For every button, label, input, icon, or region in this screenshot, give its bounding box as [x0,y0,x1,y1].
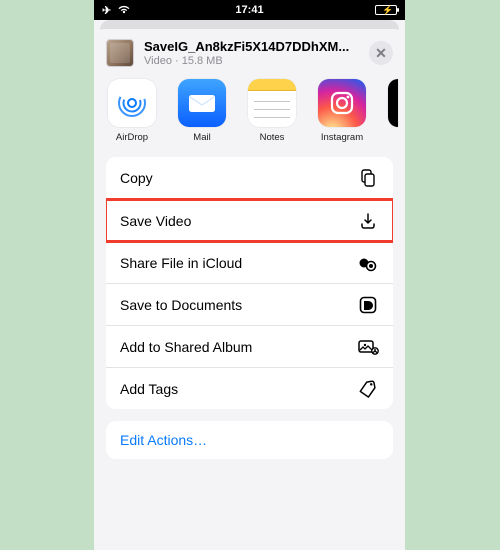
action-label: Save to Documents [120,297,242,313]
airplane-icon: ✈ [102,4,111,17]
copy-icon [357,167,379,189]
action-share-icloud[interactable]: Share File in iCloud [106,241,393,283]
share-target-overflow[interactable] [388,79,398,127]
share-targets: AirDrop Mail Notes [94,75,405,155]
share-target-notes[interactable]: Notes [248,79,296,143]
action-label: Save Video [120,213,191,229]
action-copy[interactable]: Copy [106,157,393,199]
action-save-documents[interactable]: Save to Documents [106,283,393,325]
icloud-share-icon [357,252,379,274]
action-label: Add to Shared Album [120,339,252,355]
status-bar: ✈ 17:41 ⚡ [94,0,405,20]
file-thumbnail [106,39,134,67]
download-icon [357,210,379,232]
mail-icon [178,79,226,127]
edit-actions-button[interactable]: Edit Actions… [106,421,393,459]
share-target-label: Instagram [321,132,363,143]
wifi-icon [117,4,131,17]
close-icon: ✕ [375,45,387,62]
notes-icon [248,79,296,127]
instagram-icon [318,79,366,127]
share-target-airdrop[interactable]: AirDrop [108,79,156,143]
documents-app-icon [357,294,379,316]
file-title: SaveIG_An8kzFi5X14D7DDhXM... [144,39,359,54]
airdrop-icon [108,79,156,127]
action-save-video[interactable]: Save Video [106,199,393,241]
action-add-shared-album[interactable]: Add to Shared Album [106,325,393,367]
close-button[interactable]: ✕ [369,41,393,65]
share-sheet: SaveIG_An8kzFi5X14D7DDhXM... Video · 15.… [94,29,405,550]
file-subtitle: Video · 15.8 MB [144,55,359,67]
action-label: Share File in iCloud [120,255,242,271]
share-target-label: Mail [193,132,210,143]
share-target-label: Notes [260,132,285,143]
share-target-instagram[interactable]: Instagram [318,79,366,143]
battery-icon: ⚡ [375,5,397,15]
share-target-label: AirDrop [116,132,148,143]
phone-frame: ✈ 17:41 ⚡ SaveIG_An8kzFi5X14D7DDhXM... V… [94,0,405,550]
shared-album-icon [357,336,379,358]
share-target-mail[interactable]: Mail [178,79,226,143]
clock: 17:41 [200,4,298,16]
action-add-tags[interactable]: Add Tags [106,367,393,409]
actions-list: Copy Save Video Share [106,157,393,409]
tag-icon [357,378,379,400]
action-label: Add Tags [120,381,178,397]
action-label: Copy [120,170,153,186]
sheet-header: SaveIG_An8kzFi5X14D7DDhXM... Video · 15.… [94,29,405,75]
